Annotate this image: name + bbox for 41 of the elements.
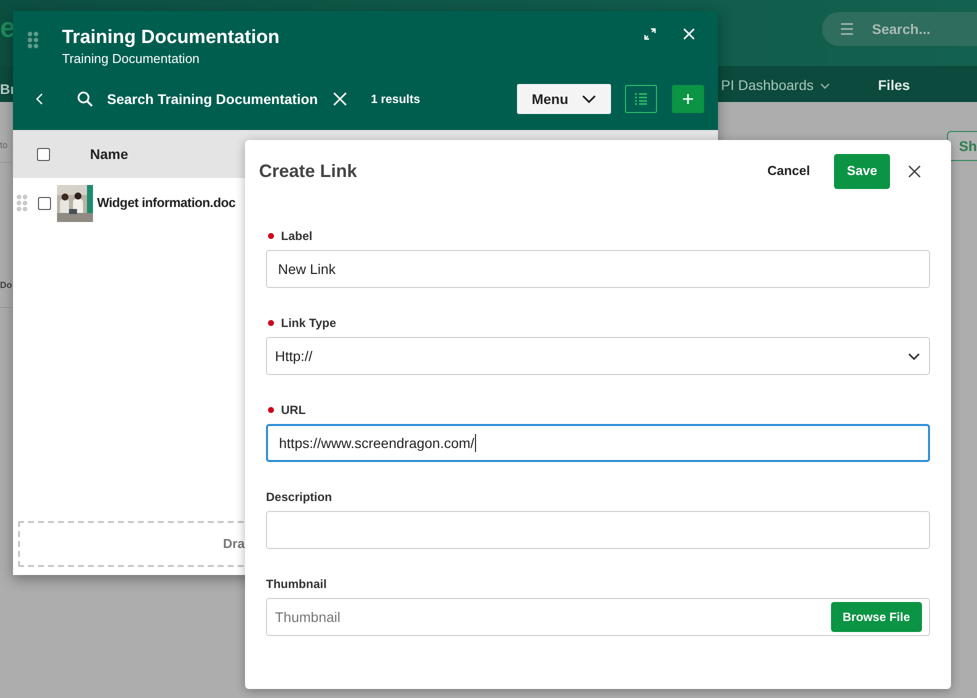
drag-handle-icon[interactable] [16,194,28,212]
page-text-fragment: to [0,139,8,152]
checkbox[interactable] [38,196,51,210]
back-icon[interactable] [36,93,44,105]
list-view-button[interactable] [625,85,657,113]
column-header[interactable]: Name [90,144,128,164]
drag-handle-icon[interactable] [27,31,39,49]
search-icon [77,91,93,107]
plus-icon [683,94,693,104]
panel-subtitle: Training Documentation [62,50,200,68]
cancel-button[interactable]: Cancel [767,161,810,181]
expand-icon[interactable] [644,28,656,40]
add-button[interactable] [672,85,704,113]
save-button[interactable]: Save [834,154,890,188]
file-field[interactable]: Thumbnail Browse File [266,598,930,636]
clear-icon[interactable] [332,92,347,106]
select-field[interactable]: Http:// [266,337,930,375]
list-icon [634,93,648,105]
results-count: 1 results [370,91,420,108]
chevron-down-icon [582,94,596,104]
input-field[interactable]: https://www.screendragon.com/ [266,424,930,462]
nav-item[interactable]: PI Dashboards [721,75,830,96]
menu-icon [840,23,854,35]
checkbox[interactable] [37,148,50,160]
page-text-fragment: Do [0,279,12,292]
close-icon[interactable] [908,164,921,178]
field-label: URL [281,402,306,419]
menu-button[interactable]: Menu [517,84,611,114]
field-label: Thumbnail [266,576,327,593]
search-field[interactable]: Search Training Documentation [107,88,318,110]
dialog-title: Create Link [259,160,358,182]
file-name[interactable]: Widget information.doc [97,193,236,213]
chevron-down-icon [820,82,830,90]
panel-title: Training Documentation [62,26,280,50]
input-field[interactable]: New Link [266,250,930,288]
browse-file-button[interactable]: Browse File [830,602,922,632]
input-field[interactable] [266,511,930,549]
nav-item[interactable]: Files [878,75,910,96]
field-label: Description [266,489,332,506]
field-label: Label [281,228,312,245]
field-label: Link Type [281,315,336,332]
